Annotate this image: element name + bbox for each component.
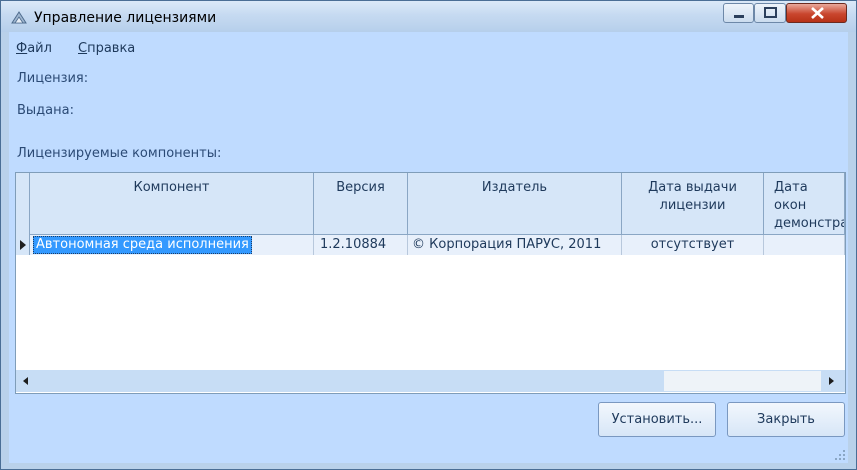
row-header — [16, 235, 30, 255]
scroll-right-button[interactable] — [821, 370, 841, 392]
maximize-icon — [764, 7, 777, 18]
arrow-left-icon — [23, 377, 28, 385]
close-button[interactable]: Закрыть — [727, 402, 845, 437]
client-area: Файл Справка Лицензия: Выдана: Лицензиру… — [9, 32, 848, 463]
window-title: Управление лицензиями — [34, 10, 217, 26]
maximize-button[interactable] — [754, 3, 786, 23]
table-cell-publisher[interactable]: © Корпорация ПАРУС, 2011 — [408, 235, 622, 255]
components-grid[interactable]: Компонент Версия Издатель Дата выдачи ли… — [15, 172, 846, 394]
close-window-button[interactable] — [786, 3, 847, 23]
resize-grip-icon[interactable] — [834, 449, 846, 461]
table-cell-demo-end[interactable] — [764, 235, 845, 255]
table-cell-issue-date[interactable]: отсутствует — [622, 235, 764, 255]
app-icon — [11, 11, 27, 24]
table-cell-component[interactable]: Автономная среда исполнения — [30, 235, 314, 255]
minimize-button[interactable] — [723, 3, 754, 23]
column-header-publisher[interactable]: Издатель — [408, 173, 622, 235]
menu-bar: Файл Справка — [9, 36, 848, 58]
install-button[interactable]: Установить... — [598, 402, 716, 437]
horizontal-scrollbar[interactable] — [16, 370, 845, 392]
column-header-version[interactable]: Версия — [314, 173, 408, 235]
license-label: Лицензия: — [17, 71, 89, 86]
components-label: Лицензируемые компоненты: — [17, 146, 222, 161]
current-row-icon — [20, 240, 26, 250]
close-icon — [811, 7, 824, 19]
table-cell-version[interactable]: 1.2.10884 — [314, 235, 408, 255]
scroll-left-button[interactable] — [16, 370, 36, 392]
menu-file[interactable]: Файл — [16, 41, 52, 56]
minimize-icon — [734, 15, 744, 18]
grid-corner — [16, 173, 30, 235]
title-bar[interactable]: Управление лицензиями — [1, 1, 856, 32]
arrow-right-icon — [829, 377, 834, 385]
column-header-component[interactable]: Компонент — [30, 173, 314, 235]
selected-cell-text: Автономная среда исполнения — [33, 236, 252, 254]
column-header-issue-date[interactable]: Дата выдачи лицензии — [622, 173, 764, 235]
scrollbar-track[interactable] — [664, 371, 821, 391]
menu-help[interactable]: Справка — [78, 41, 135, 56]
column-header-demo-end[interactable]: Дата окон демонстрац режи — [764, 173, 845, 235]
scrollbar-thumb[interactable] — [36, 371, 664, 391]
window: Управление лицензиями Файл Справка Лицен… — [0, 0, 857, 470]
issued-label: Выдана: — [17, 103, 74, 118]
